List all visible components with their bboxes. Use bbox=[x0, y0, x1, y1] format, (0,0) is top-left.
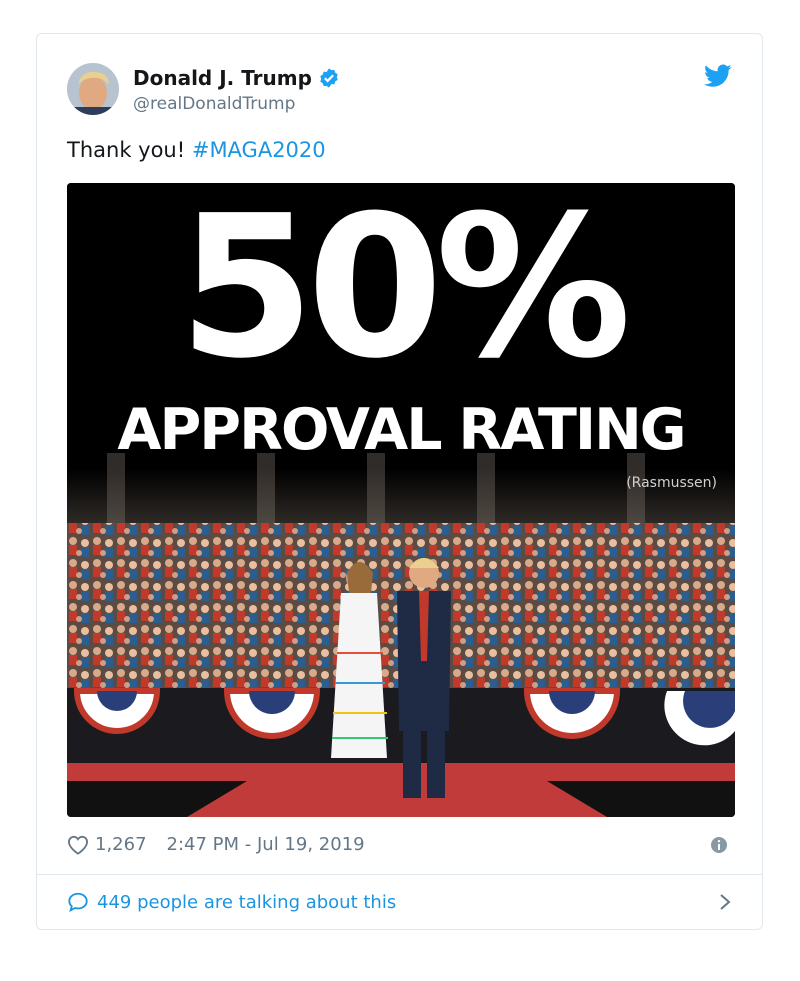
chevron-right-icon[interactable] bbox=[718, 892, 732, 912]
avatar[interactable] bbox=[67, 63, 119, 115]
conversation-label: 449 people are talking about this bbox=[97, 891, 397, 913]
tweet-card: Donald J. Trump @realDonaldTrump Thank y… bbox=[36, 33, 763, 930]
like-count[interactable]: 1,267 bbox=[95, 834, 147, 855]
media-source: (Rasmussen) bbox=[626, 475, 717, 491]
tweet-text: Thank you! #MAGA2020 bbox=[67, 138, 326, 162]
tweet-image[interactable]: 50% APPROVAL RATING (Rasmussen) bbox=[67, 183, 735, 817]
media-subheadline: APPROVAL RATING bbox=[117, 397, 686, 463]
hashtag-link[interactable]: #MAGA2020 bbox=[192, 138, 326, 162]
conversation-link[interactable]: 449 people are talking about this bbox=[67, 882, 732, 922]
media-headline: 50% bbox=[178, 183, 631, 402]
twitter-bird-icon[interactable] bbox=[704, 64, 732, 88]
divider bbox=[37, 874, 762, 875]
tweet-timestamp[interactable]: 2:47 PM - Jul 19, 2019 bbox=[167, 834, 365, 855]
info-icon[interactable] bbox=[710, 836, 728, 854]
speech-bubble-icon bbox=[68, 892, 88, 913]
heart-icon[interactable] bbox=[67, 835, 89, 855]
author-name[interactable]: Donald J. Trump bbox=[133, 66, 312, 90]
tweet-body: Thank you! bbox=[67, 138, 192, 162]
verified-badge-icon bbox=[320, 68, 338, 88]
author-handle[interactable]: @realDonaldTrump bbox=[133, 94, 295, 114]
tweet-meta: 1,267 2:47 PM - Jul 19, 2019 bbox=[67, 834, 365, 855]
